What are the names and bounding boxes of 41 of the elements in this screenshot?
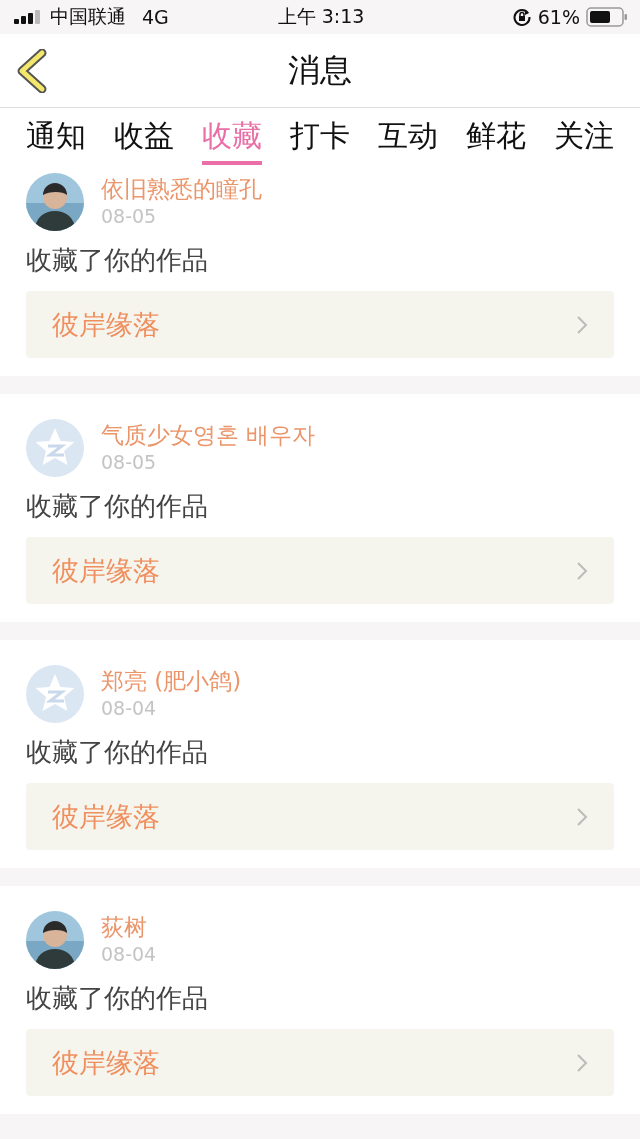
user-name[interactable]: 郑亮 (肥小鸽) [101,666,242,696]
message-text: 收藏了你的作品 [26,490,209,523]
chevron-right-icon [576,560,588,581]
user-name[interactable]: 荻树 [101,912,157,942]
clock-time: 上午 3:13 [277,5,365,27]
work-link[interactable]: 彼岸缘落 [26,537,614,604]
rotation-lock-icon [511,7,532,27]
message-date: 08-05 [101,450,158,474]
tab[interactable]: 关注 [554,108,614,165]
message-date: 08-04 [101,696,158,720]
page-title: 消息 [287,49,353,91]
chevron-right-icon [576,1052,588,1073]
work-link[interactable]: 彼岸缘落 [26,783,614,850]
message-date: 08-05 [101,204,158,228]
work-title: 彼岸缘落 [52,307,160,342]
tab[interactable]: 通知 [26,108,86,165]
carrier-name: 中国联通 [50,4,126,29]
message-text: 收藏了你的作品 [26,982,209,1015]
tab[interactable]: 互动 [378,108,438,165]
user-name[interactable]: 依旧熟悉的瞳孔 [101,174,262,204]
work-title: 彼岸缘落 [52,553,160,588]
chevron-right-icon [576,806,588,827]
back-button[interactable] [16,48,48,93]
user-name[interactable]: 气质少女영혼 배우자 [101,420,316,450]
signal-icon [14,10,42,24]
message-text: 收藏了你的作品 [26,244,209,277]
work-title: 彼岸缘落 [52,799,160,834]
default-avatar-icon [26,665,84,723]
tab[interactable]: 鲜花 [466,108,526,165]
default-avatar-icon [26,419,84,477]
chevron-right-icon [576,314,588,335]
message-date: 08-04 [101,942,157,966]
battery-icon [586,7,628,27]
network-type: 4G [142,6,169,28]
tab[interactable]: 收益 [114,108,174,165]
tab[interactable]: 打卡 [290,108,350,165]
work-link[interactable]: 彼岸缘落 [26,1029,614,1096]
work-title: 彼岸缘落 [52,1045,160,1080]
message-text: 收藏了你的作品 [26,736,209,769]
work-link[interactable]: 彼岸缘落 [26,291,614,358]
battery-percent: 61% [537,6,580,28]
